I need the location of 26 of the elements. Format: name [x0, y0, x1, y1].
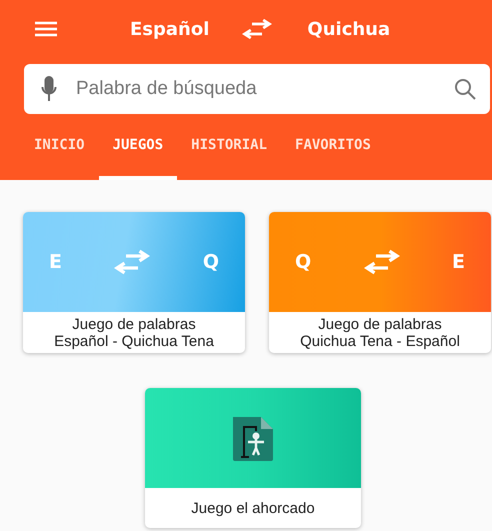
game-title: Juego de palabras [318, 316, 442, 332]
search-field[interactable]: Palabra de búsqueda [24, 64, 490, 114]
language-letter: Q [295, 250, 312, 275]
menu-icon[interactable] [35, 21, 57, 37]
search-input[interactable]: Palabra de búsqueda [76, 74, 454, 104]
game-title: Español - Quichua Tena [54, 332, 214, 350]
language-letter: Q [202, 250, 219, 275]
tab[interactable]: FAVORITOS [281, 114, 385, 180]
game-title: Juego el ahorcado [191, 500, 315, 516]
game-title: Quichua Tena - Español [300, 332, 460, 350]
game-card[interactable]: E Q Juego de palabras Español - Quichua Tena [23, 212, 245, 353]
game-title: Juego de palabras [72, 316, 196, 332]
tab[interactable]: INICIO [20, 114, 99, 180]
search-icon[interactable] [454, 78, 476, 100]
language-letter: E [452, 250, 465, 275]
language-letter: E [49, 250, 62, 275]
tab[interactable]: JUEGOS [98, 114, 178, 180]
microphone-icon[interactable] [41, 76, 57, 102]
tab[interactable]: HISTORIAL [177, 114, 282, 180]
game-card[interactable]: Juego el ahorcado [145, 388, 361, 528]
swap-icon [114, 249, 150, 275]
game-card[interactable]: Q E Juego de palabras Quichua Tena - Español [269, 212, 491, 353]
source-language[interactable]: Español [130, 16, 210, 42]
swap-icon [364, 249, 400, 275]
target-language[interactable]: Quichua [307, 16, 390, 42]
swap-icon [242, 18, 272, 40]
